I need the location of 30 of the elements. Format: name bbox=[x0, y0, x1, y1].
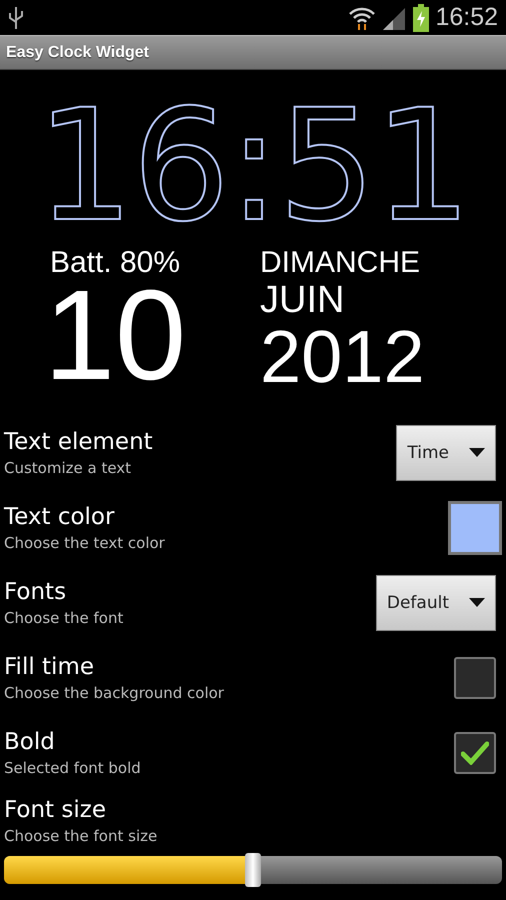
slider-thumb[interactable] bbox=[245, 853, 261, 887]
caret-icon bbox=[469, 448, 485, 457]
checkbox[interactable] bbox=[454, 656, 496, 698]
setting-summary: Choose the text color bbox=[4, 532, 166, 554]
slider-track[interactable] bbox=[4, 856, 502, 884]
setting-summary: Customize a text bbox=[4, 458, 132, 478]
wifi-icon bbox=[349, 6, 376, 30]
color-swatch[interactable] bbox=[448, 500, 502, 554]
setting-summary: Choose the background color bbox=[4, 682, 225, 704]
caret-icon bbox=[469, 598, 485, 607]
setting-summary: Choose the font bbox=[4, 608, 124, 628]
setting-title: Text element bbox=[4, 428, 154, 456]
dropdown[interactable]: Time bbox=[396, 424, 496, 480]
setting-summary: Choose the font size bbox=[4, 826, 158, 847]
setting-title: Fill time bbox=[4, 652, 96, 682]
app-title: Easy Clock Widget bbox=[6, 44, 150, 62]
year: 2012 bbox=[260, 320, 425, 394]
setting-title: Text color bbox=[4, 502, 116, 532]
checkbox[interactable] bbox=[454, 732, 496, 774]
setting-title: Font size bbox=[4, 796, 107, 825]
month: JUIN bbox=[260, 280, 344, 320]
setting-title: Fonts bbox=[4, 578, 68, 606]
day-number: 10 bbox=[44, 280, 186, 392]
signal-icon bbox=[381, 6, 408, 30]
clock-time: 16:52 bbox=[435, 3, 498, 32]
dropdown[interactable]: Default bbox=[376, 574, 496, 630]
usb-icon bbox=[8, 4, 24, 30]
setting-summary: Selected font bold bbox=[4, 758, 142, 778]
setting-title: Bold bbox=[4, 728, 56, 756]
check-icon bbox=[461, 740, 489, 764]
